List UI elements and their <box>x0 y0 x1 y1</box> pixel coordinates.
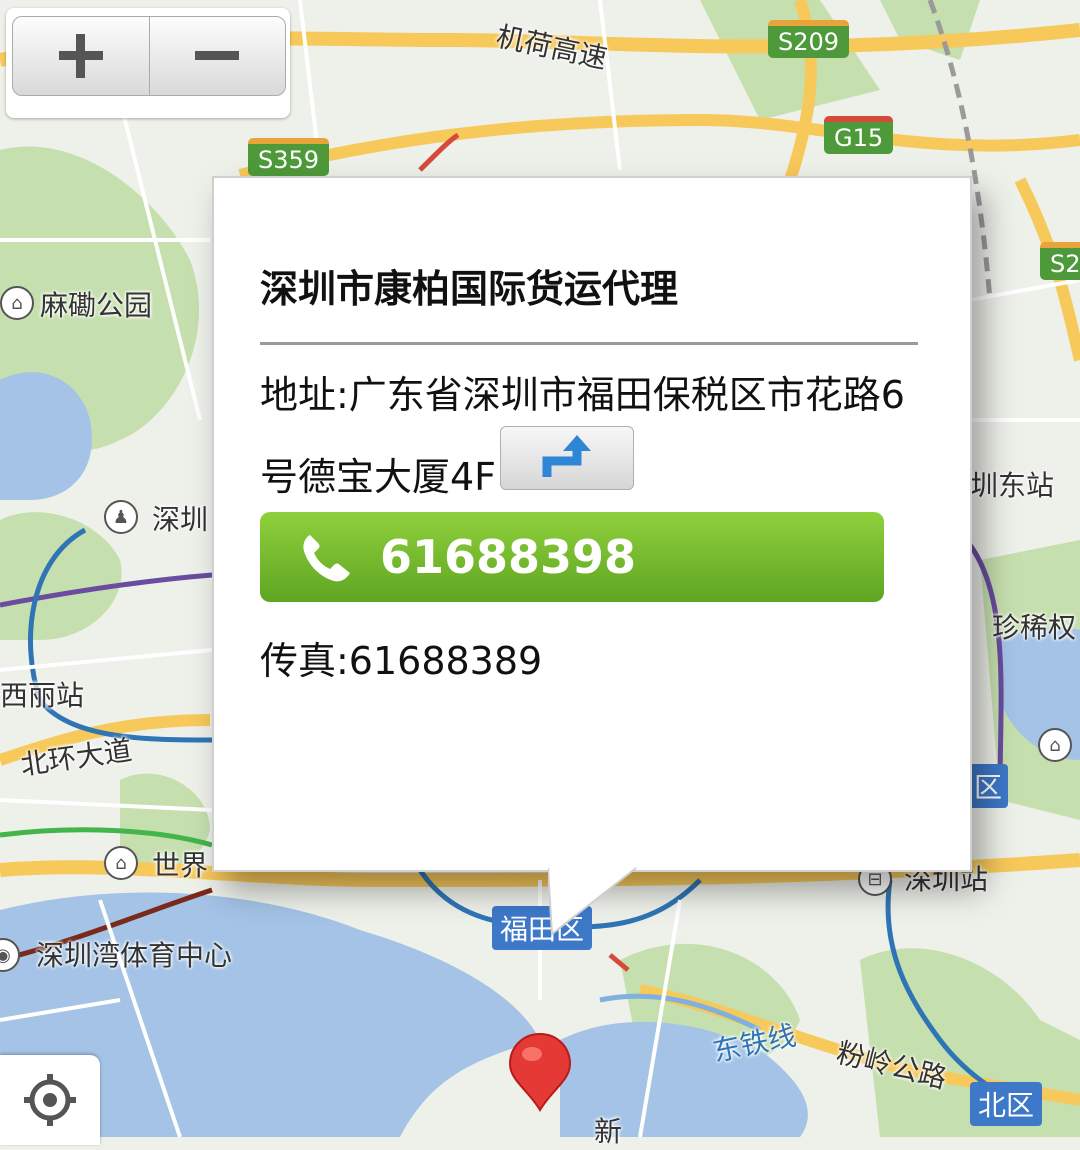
district-label: 区 <box>968 764 1009 808</box>
highway-shield: S209 <box>768 20 850 58</box>
zoom-in-button[interactable] <box>13 17 150 95</box>
place-label: 深圳湾体育中心 <box>36 939 233 972</box>
locate-icon <box>24 1074 76 1126</box>
park-icon: ⌂ <box>104 846 138 880</box>
route-turn-icon <box>542 434 592 477</box>
plus-icon <box>58 34 103 78</box>
highway-shield: G15 <box>824 116 894 154</box>
place-label: 珍稀权 <box>992 611 1077 644</box>
popup-pointer <box>548 866 638 936</box>
place-label: 圳东站 <box>970 469 1055 502</box>
road-label: 新 <box>594 1115 623 1148</box>
locate-button[interactable] <box>0 1055 100 1145</box>
address-text: 地址:广东省深圳市福田保税区市花路6号德宝大厦4F <box>260 354 910 518</box>
divider <box>260 342 918 345</box>
minus-icon <box>195 51 240 60</box>
park-icon: ⌂ <box>1038 728 1072 762</box>
place-label: 深圳 <box>152 503 209 536</box>
highway-shield: S359 <box>248 138 330 176</box>
place-label: 麻磡公园 <box>40 289 153 322</box>
popup-title: 深圳市康柏国际货运代理 <box>260 267 679 311</box>
highway-shield: S2 <box>1040 242 1080 280</box>
phone-number: 61688398 <box>380 530 637 584</box>
phone-icon <box>303 535 350 582</box>
park-icon: ⌂ <box>0 286 34 320</box>
route-button[interactable] <box>500 425 635 490</box>
place-label: 西丽站 <box>0 679 85 712</box>
district-label: 北区 <box>970 1082 1043 1126</box>
place-label: 世界 <box>152 849 209 882</box>
landmark-icon: ♟ <box>104 500 138 534</box>
fax-text: 传真:61688389 <box>260 639 543 683</box>
info-popup: 深圳市康柏国际货运代理 地址:广东省深圳市福田保税区市花路6号德宝大厦4F 61… <box>212 176 972 872</box>
zoom-out-button[interactable] <box>150 17 286 95</box>
map-pin-icon[interactable] <box>508 1032 572 1112</box>
zoom-control <box>6 8 290 118</box>
phone-call-button[interactable]: 61688398 <box>260 512 884 602</box>
